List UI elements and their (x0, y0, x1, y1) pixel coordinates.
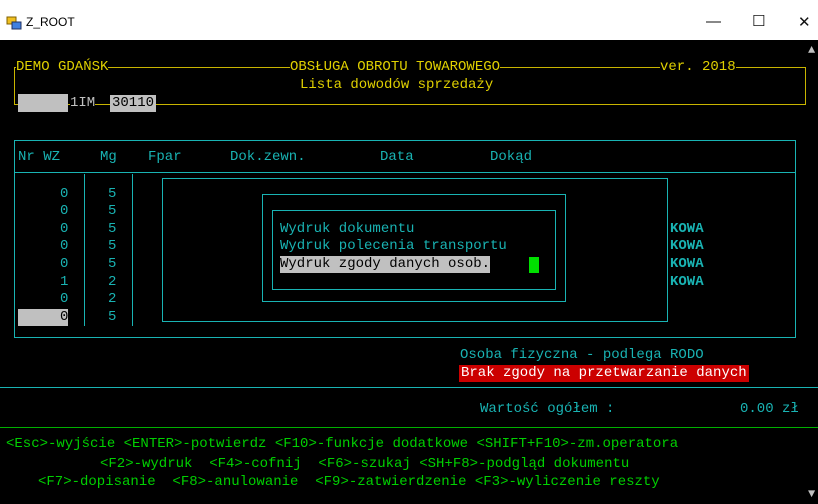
column-header-dok-zewn: Dok.zewn. (230, 149, 306, 165)
terminal-screen: DEMO GDAŃSK OBSŁUGA OBROTU TOWAROWEGO ve… (0, 40, 818, 504)
row-dokad: KOWA (670, 274, 704, 290)
row-mg: 5 (108, 203, 117, 219)
row-nr-wz: 0 (60, 203, 69, 219)
row-mg: 2 (108, 274, 117, 290)
location-label: DEMO GDAŃSK (16, 59, 109, 76)
row-mg: 5 (108, 186, 117, 202)
row-nr-wz: 0 (60, 309, 69, 325)
doc-number-field[interactable]: 30110 (110, 95, 157, 112)
row-dokad: KOWA (670, 221, 704, 237)
column-header-nr-wz: Nr WZ (18, 149, 61, 165)
row-mg: 5 (108, 309, 117, 325)
page-subtitle: Lista dowodów sprzedaży (300, 77, 494, 93)
shortcut-line-3: <F7>-dopisanie <F8>-anulowanie <F9>-zatw… (38, 474, 660, 490)
row-mg: 5 (108, 238, 117, 254)
shortcut-bar-divider (0, 427, 818, 428)
consent-warning-badge: Brak zgody na przetwarzanie danych (459, 365, 749, 382)
version-label: ver. 2018 (660, 59, 736, 76)
row-nr-wz: 0 (60, 291, 69, 307)
window-titlebar: Z_ROOT — ☐ ✕ (0, 0, 818, 40)
column-header-dokad: Dokąd (490, 149, 533, 165)
menu-item-print-document[interactable]: Wydruk dokumentu (280, 221, 414, 238)
maximize-button[interactable]: ☐ (752, 12, 765, 30)
row-mg: 5 (108, 221, 117, 237)
scroll-up-icon[interactable]: ▲ (808, 42, 815, 59)
row-mg: 2 (108, 291, 117, 307)
total-value-label: Wartość ogółem : (480, 401, 615, 417)
doc-code-field-bg (18, 94, 68, 112)
row-nr-wz: 0 (60, 221, 69, 237)
text-cursor (529, 257, 539, 273)
column-header-fpar: Fpar (148, 149, 182, 165)
row-dokad: KOWA (670, 238, 704, 254)
row-dokad: KOWA (670, 256, 704, 272)
doc-code-field[interactable]: 1IM (70, 95, 96, 112)
person-type-status: Osoba fizyczna - podlega RODO (460, 347, 704, 363)
close-button[interactable]: ✕ (798, 13, 811, 31)
scroll-down-icon[interactable]: ▼ (808, 486, 815, 503)
menu-item-print-personal-data-consent[interactable]: Wydruk zgody danych osob. (280, 256, 491, 273)
shortcut-line-1: <Esc>-wyjście <ENTER>-potwierdz <F10>-fu… (6, 436, 679, 452)
window-title: Z_ROOT (26, 15, 75, 29)
menu-item-print-transport-order[interactable]: Wydruk polecenia transportu (280, 238, 507, 255)
total-value: 0.00 zł (740, 401, 799, 417)
row-nr-wz: 0 (60, 256, 69, 272)
column-header-data: Data (380, 149, 414, 165)
row-mg: 5 (108, 256, 117, 272)
list-header-divider (14, 172, 796, 173)
shortcut-line-2: <F2>-wydruk <F4>-cofnij <F6>-szukaj <SH+… (100, 456, 630, 472)
module-title: OBSŁUGA OBROTU TOWAROWEGO (290, 59, 501, 76)
row-nr-wz: 0 (60, 238, 69, 254)
column-header-mg: Mg (100, 149, 117, 165)
app-icon (6, 16, 22, 30)
row-nr-wz: 0 (60, 186, 69, 202)
row-nr-wz: 1 (60, 274, 69, 290)
minimize-button[interactable]: — (706, 13, 721, 30)
